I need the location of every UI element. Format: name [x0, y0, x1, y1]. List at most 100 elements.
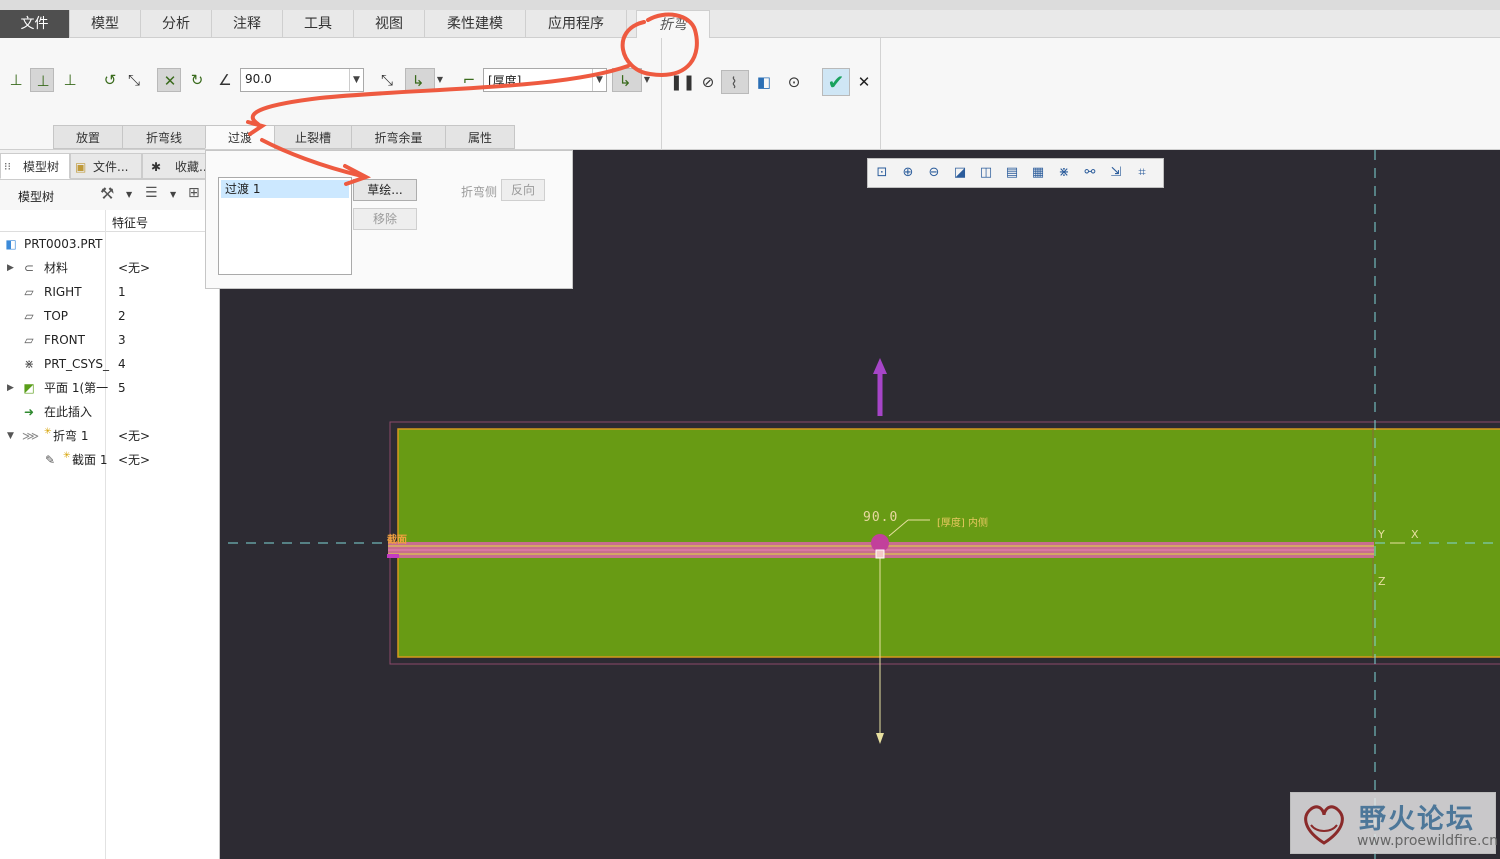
subtab-bend-allowance[interactable]: 折弯余量	[351, 125, 446, 149]
subtab-transition[interactable]: 过渡	[205, 125, 275, 149]
tab-file-browser[interactable]: ▣ 文件...	[70, 153, 142, 179]
view-toolbar: ⊡ ⊕ ⊖ ◪ ◫ ▤ ▦ ⋇ ⚯ ⇲ ⌗	[867, 158, 1164, 188]
model-tree-label: 模型树	[18, 190, 55, 204]
pause-icon[interactable]: ❚❚	[667, 70, 695, 94]
tree-row-name: 截面 1	[72, 453, 108, 467]
star-icon: ✱	[151, 160, 162, 174]
list-icon[interactable]: ☰	[145, 185, 158, 201]
annotation-display-icon[interactable]: ⚯	[1082, 165, 1098, 181]
expand-icon[interactable]: ▶	[7, 376, 14, 400]
datum-plane-icon: ▱	[24, 309, 34, 323]
part-icon: ◧	[5, 237, 17, 251]
navigator-tabs: ⁝⁝ 模型树 ▣ 文件... ✱ 收藏...	[0, 150, 220, 180]
section-view-icon[interactable]: ⌗	[1134, 165, 1150, 181]
chevron-down-icon[interactable]: ▼	[592, 69, 606, 91]
flip-angle-icon[interactable]: ⤡	[375, 68, 399, 92]
tree-row[interactable]: ➜ 在此插入	[0, 400, 220, 424]
subtab-bend-line[interactable]: 折弯线	[122, 125, 206, 149]
confirm-check-icon[interactable]: ✔	[822, 68, 850, 96]
no-preview-icon[interactable]: ⊘	[696, 70, 720, 94]
refit-icon[interactable]: ⊡	[874, 165, 890, 181]
separator	[880, 38, 881, 150]
bend-angle-label[interactable]: 90.0	[863, 510, 898, 525]
flip-direction-icon[interactable]: ⤡	[122, 68, 146, 92]
watermark-title: 野火论坛	[1359, 804, 1475, 835]
chevron-down-icon[interactable]: ▼	[170, 190, 176, 199]
list-item[interactable]: 过渡 1	[221, 180, 349, 198]
datum-display-icon[interactable]: ⋇	[1056, 165, 1072, 181]
flip-button[interactable]: 反向	[501, 179, 545, 201]
cancel-close-icon[interactable]: ✕	[852, 70, 876, 94]
bend-dashboard: ⊥ ⊥ ⊥ ↺ ⤡ ✕ ↻ ∠ 90.0 ▼ ⤡ ↳ ▼ ⌐ [厚度] ▼ ↳ …	[0, 38, 1500, 150]
tab-annotate[interactable]: 注释	[212, 10, 283, 38]
folder-icon: ▣	[75, 160, 87, 174]
settings-icon[interactable]: ⚒	[100, 184, 114, 203]
tab-flexible-modeling[interactable]: 柔性建模	[425, 10, 526, 38]
display-style-icon[interactable]: ◫	[978, 165, 994, 181]
tree-row[interactable]: ▼ ⋙ ✳ 折弯 1 <无>	[0, 424, 220, 448]
tab-model[interactable]: 模型	[70, 10, 141, 38]
tab-label: 模型树	[23, 160, 60, 174]
subtab-properties[interactable]: 属性	[445, 125, 515, 149]
saved-views-icon[interactable]: ▤	[1004, 165, 1020, 181]
watermark-url: www.proewildfire.cn	[1357, 833, 1499, 849]
zoom-out-icon[interactable]: ⊖	[926, 165, 942, 181]
tree-row[interactable]: ◧ PRT0003.PRT	[0, 232, 220, 256]
direction-arrow-icon[interactable]	[873, 358, 887, 374]
tab-favorites[interactable]: ✱ 收藏...	[142, 153, 212, 179]
forum-watermark: 野火论坛 www.proewildfire.cn	[1290, 792, 1499, 854]
rolled-bend-icon[interactable]: ↻	[185, 68, 209, 92]
dimension-note[interactable]: [厚度] 内侧	[937, 514, 988, 529]
view-manager-icon[interactable]: ▦	[1030, 165, 1046, 181]
inside-radius-icon[interactable]: ↳	[612, 68, 642, 92]
spin-center-icon[interactable]: ⇲	[1108, 165, 1124, 181]
collapse-icon[interactable]: ▼	[7, 424, 14, 448]
tree-row[interactable]: ✎ ✳ 截面 1 <无>	[0, 448, 220, 472]
tab-view[interactable]: 视图	[354, 10, 425, 38]
tree-row[interactable]: ▱ RIGHT 1	[0, 280, 220, 304]
angle-bend-icon[interactable]: ✕	[157, 68, 181, 92]
section-label: 截面	[387, 535, 407, 546]
tab-model-tree[interactable]: ⁝⁝ 模型树	[0, 153, 70, 179]
glasses-icon[interactable]: ⊙	[782, 70, 806, 94]
bend-middle-icon[interactable]: ⊥	[30, 68, 54, 92]
tree-row[interactable]: ▶ ◩ 平面 1(第一 5	[0, 376, 220, 400]
subtab-relief[interactable]: 止裂槽	[274, 125, 352, 149]
bend-end-icon[interactable]: ⊥	[58, 68, 82, 92]
repaint-icon[interactable]: ◪	[952, 165, 968, 181]
bend-edge-icon[interactable]: ⊥	[4, 68, 28, 92]
tree-row[interactable]: ▱ TOP 2	[0, 304, 220, 328]
preview-icon[interactable]: ⌇	[721, 70, 749, 94]
tree-row-name: TOP	[44, 309, 69, 323]
tree-row[interactable]: ▱ FRONT 3	[0, 328, 220, 352]
tab-applications[interactable]: 应用程序	[526, 10, 627, 38]
tree-row-name: 平面 1(第一	[44, 381, 109, 395]
expand-icon[interactable]: ▶	[7, 256, 14, 280]
bend-radius-icon[interactable]: ↳	[405, 68, 435, 92]
chevron-down-icon[interactable]: ▼	[434, 68, 446, 92]
tab-bend[interactable]: 折弯	[636, 10, 710, 38]
tree-row-number: 1	[118, 285, 126, 299]
bend-handle-square[interactable]	[875, 549, 885, 559]
tree-row[interactable]: ⋇ PRT_CSYS_ 4	[0, 352, 220, 376]
bend-handle[interactable]	[871, 534, 889, 552]
remove-button[interactable]: 移除	[353, 208, 417, 230]
thickness-combo[interactable]: [厚度] ▼	[483, 68, 607, 92]
subtab-placement[interactable]: 放置	[53, 125, 123, 149]
tab-file[interactable]: 文件	[0, 10, 70, 38]
tab-analysis[interactable]: 分析	[141, 10, 212, 38]
transition-list[interactable]: 过渡 1	[218, 177, 352, 275]
verify-icon[interactable]: ◧	[752, 70, 776, 94]
sketch-button[interactable]: 草绘...	[353, 179, 417, 201]
column-feature-number[interactable]: 特征号	[112, 214, 148, 231]
chevron-down-icon[interactable]: ▼	[349, 69, 363, 91]
chevron-down-icon[interactable]: ▼	[126, 190, 132, 199]
tree-row[interactable]: ▶ ⊂ 材料 <无>	[0, 256, 220, 280]
columns-icon[interactable]: ⊞	[188, 185, 200, 201]
model-navigator: ⁝⁝ 模型树 ▣ 文件... ✱ 收藏... 模型树 ⚒ ▼ ☰ ▼ ⊞ 特征号…	[0, 150, 220, 859]
angle-combo[interactable]: 90.0 ▼	[240, 68, 364, 92]
chevron-down-icon[interactable]: ▼	[641, 68, 653, 92]
zoom-in-icon[interactable]: ⊕	[900, 165, 916, 181]
tab-tools[interactable]: 工具	[283, 10, 354, 38]
bend-roll-icon[interactable]: ↺	[98, 68, 122, 92]
